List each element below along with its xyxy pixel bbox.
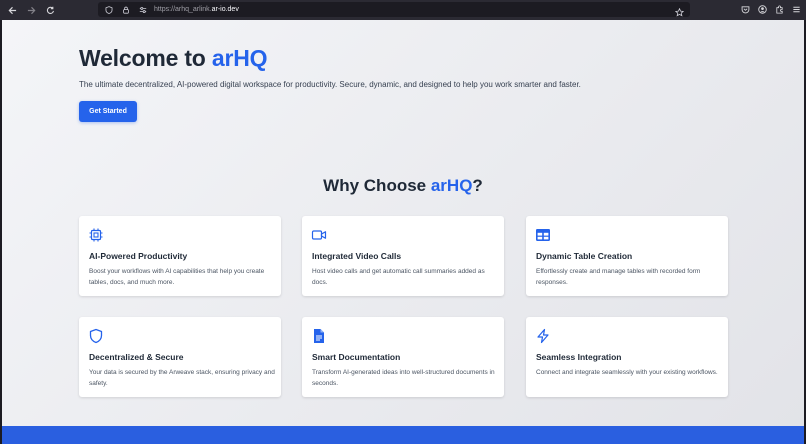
- shield-icon: [88, 328, 104, 344]
- url-domain: ar-io.dev: [211, 6, 239, 13]
- why-choose-heading: Why Choose arHQ?: [2, 176, 804, 196]
- feature-card-decentralized-secure: Decentralized & Secure Your data is secu…: [79, 317, 281, 397]
- feature-description: Transform AI-generated ideas into well-s…: [312, 369, 495, 387]
- table-icon: [535, 227, 551, 243]
- feature-title: AI-Powered Productivity: [89, 251, 188, 261]
- feature-card-table-creation: Dynamic Table Creation Effortlessly crea…: [526, 216, 728, 296]
- feature-card-seamless-integration: Seamless Integration Connect and integra…: [526, 317, 728, 397]
- feature-card-video-calls: Integrated Video Calls Host video calls …: [302, 216, 504, 296]
- hero-title: Welcome to arHQ: [79, 45, 268, 72]
- feature-description: Host video calls and get automatic call …: [312, 268, 485, 286]
- feature-description: Effortlessly create and manage tables wi…: [536, 268, 701, 286]
- extensions-icon[interactable]: [774, 3, 785, 16]
- browser-toolbar: https://arhq_arlink.ar-io.dev: [0, 0, 806, 20]
- feature-title: Integrated Video Calls: [312, 251, 402, 261]
- permissions-icon[interactable]: [137, 4, 149, 16]
- video-camera-icon: [311, 227, 327, 243]
- feature-title: Smart Documentation: [312, 352, 401, 362]
- feature-card-ai-productivity: AI-Powered Productivity Boost your workf…: [79, 216, 281, 296]
- cpu-icon: [88, 227, 104, 243]
- back-arrow-icon[interactable]: [5, 3, 19, 17]
- reload-icon[interactable]: [43, 3, 57, 17]
- lightning-icon: [535, 328, 551, 344]
- why-heading-mark: ?: [472, 176, 483, 195]
- page-content: Welcome to arHQ The ultimate decentraliz…: [2, 20, 804, 444]
- url-prefix: https://arhq_arlink.: [154, 6, 212, 13]
- pocket-icon[interactable]: [740, 3, 751, 16]
- hero-subtitle: The ultimate decentralized, AI-powered d…: [79, 80, 581, 89]
- feature-title: Decentralized & Secure: [89, 352, 184, 362]
- menu-icon[interactable]: [791, 3, 802, 16]
- feature-card-smart-documentation: Smart Documentation Transform AI-generat…: [302, 317, 504, 397]
- forward-arrow-icon[interactable]: [24, 3, 38, 17]
- feature-title: Seamless Integration: [536, 352, 622, 362]
- get-started-button[interactable]: Get Started: [79, 101, 137, 122]
- toolbar-right: [740, 3, 802, 16]
- feature-description: Boost your workflows with AI capabilitie…: [89, 268, 265, 286]
- account-icon[interactable]: [757, 3, 768, 16]
- footer-band: [2, 426, 804, 444]
- hero-title-text: Welcome to: [79, 45, 212, 71]
- document-icon: [311, 328, 327, 344]
- feature-description: Connect and integrate seamlessly with yo…: [536, 369, 718, 376]
- feature-title: Dynamic Table Creation: [536, 251, 633, 261]
- address-bar[interactable]: https://arhq_arlink.ar-io.dev: [98, 2, 690, 17]
- hero-title-brand: arHQ: [211, 45, 268, 71]
- feature-description: Your data is secured by the Arweave stac…: [89, 369, 275, 387]
- url-text[interactable]: https://arhq_arlink.ar-io.dev: [154, 6, 239, 13]
- lock-icon[interactable]: [120, 4, 132, 16]
- tracking-shield-icon[interactable]: [103, 4, 115, 16]
- why-heading-text: Why Choose: [323, 176, 431, 195]
- why-heading-brand: arHQ: [430, 176, 473, 195]
